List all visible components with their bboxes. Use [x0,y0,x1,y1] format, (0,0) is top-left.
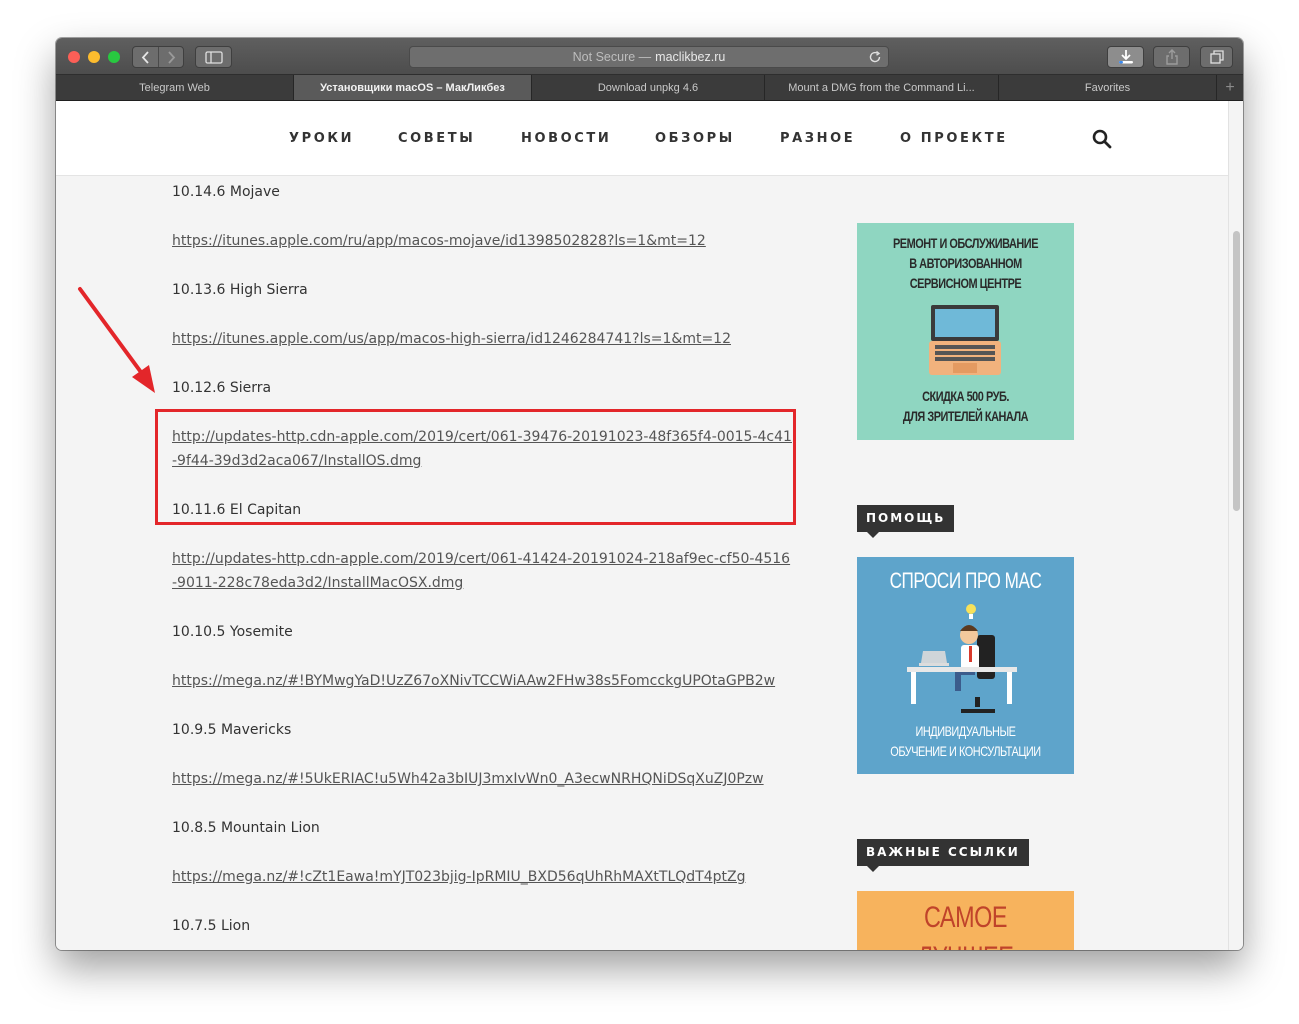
important-links-section-label: ВАЖНЫЕ ССЫЛКИ [857,839,1029,872]
address-bar[interactable]: Not Secure — maclikbez.ru [409,46,889,68]
highlight-box [155,409,796,525]
sidebar-toggle-button[interactable] [195,46,232,68]
tab-bar: Telegram Web Установщики macOS – МакЛикб… [56,75,1243,101]
banner-text: РЕМОНТ И ОБСЛУЖИВАНИЕ [892,235,1039,251]
help-section-label: ПОМОЩЬ [857,505,955,538]
downloads-button[interactable] [1107,46,1144,68]
version-label: 10.14.6 Mojave [172,184,280,200]
download-link[interactable]: https://mega.nz/#!BYMwgYaD!UzZ67oXNivTCC… [172,669,792,693]
version-label: 10.8.5 Mountain Lion [172,820,320,836]
reload-icon[interactable] [868,50,882,64]
browser-toolbar: Not Secure — maclikbez.ru [56,38,1243,75]
tab-download-unpkg[interactable]: Download unpkg 4.6 [532,75,765,100]
not-secure-label: Not Secure — [572,50,652,64]
tab-mount-dmg[interactable]: Mount a DMG from the Command Li... [765,75,999,100]
version-label: 10.7.5 Lion [172,918,251,934]
version-label: 10.12.6 Sierra [172,380,272,396]
nav-item-news[interactable]: НОВОСТИ [521,131,611,146]
download-link[interactable]: https://mega.nz/#!cZt1Eawa!mYJT023bjig-I… [172,865,792,889]
banner-text: СЕРВИСНОМ ЦЕНТРЕ [909,275,1022,291]
browser-window: Not Secure — maclikbez.ru Telegram Web У… [56,38,1243,950]
best-of-banner[interactable]: САМОЕ ЛУЧШЕЕ [857,891,1074,950]
banner-text: СКИДКА 500 РУБ. [922,388,1009,404]
banner-text: ДЛЯ ЗРИТЕЛЕЙ КАНАЛА [902,408,1029,424]
download-link[interactable]: http://updates-http.cdn-apple.com/2019/c… [172,547,792,595]
ask-about-mac-banner[interactable]: СПРОСИ ПРО MAC ИНДИВИДУАЛЬНЫЕ ОБУЧЕНИЕ И… [857,557,1074,774]
history-nav-group [132,46,184,68]
chevron-right-icon [167,50,175,64]
web-page: УРОКИ СОВЕТЫ НОВОСТИ ОБЗОРЫ РАЗНОЕ О ПРО… [56,101,1228,950]
banner-title: САМОЕ [924,901,1007,934]
download-icon [1118,50,1133,64]
nav-item-lessons[interactable]: УРОКИ [289,131,354,146]
chevron-left-icon [141,50,149,64]
minimize-window-button[interactable] [88,51,100,63]
new-tab-button[interactable]: + [1217,75,1243,100]
banner-title: ЛУЧШЕЕ [881,941,1050,950]
share-icon [1165,49,1178,65]
banner-text: ИНДИВИДУАЛЬНЫЕ [915,723,1016,739]
red-arrow-annotation [78,287,155,393]
forward-button[interactable] [158,47,183,67]
download-link[interactable]: https://itunes.apple.com/us/app/macos-hi… [172,327,792,351]
laptop-icon [929,305,1001,375]
site-navigation: УРОКИ СОВЕТЫ НОВОСТИ ОБЗОРЫ РАЗНОЕ О ПРО… [56,101,1228,176]
tabs-overview-icon [1209,50,1224,64]
zoom-window-button[interactable] [108,51,120,63]
banner-text: В АВТОРИЗОВАННОМ [909,255,1022,271]
page-scrollbar[interactable] [1228,101,1243,950]
share-button[interactable] [1153,46,1190,68]
show-tabs-button[interactable] [1200,46,1233,68]
repair-service-banner[interactable]: РЕМОНТ И ОБСЛУЖИВАНИЕ В АВТОРИЗОВАННОМ С… [857,223,1074,440]
version-label: 10.13.6 High Sierra [172,282,308,298]
person-at-desk-illustration [907,604,1017,713]
scrollbar-thumb[interactable] [1233,231,1240,511]
nav-item-about[interactable]: О ПРОЕКТЕ [900,131,1008,146]
download-link[interactable]: https://itunes.apple.com/ru/app/macos-mo… [172,229,792,253]
version-label: 10.10.5 Yosemite [172,624,293,640]
banner-title: СПРОСИ ПРО MAC [889,568,1042,593]
close-window-button[interactable] [68,51,80,63]
banner-text: ОБУЧЕНИЕ И КОНСУЛЬТАЦИИ [890,743,1041,759]
nav-item-tips[interactable]: СОВЕТЫ [398,131,475,146]
tab-favorites[interactable]: Favorites [999,75,1217,100]
search-icon[interactable] [1092,129,1112,149]
sidebar-icon [204,50,223,64]
address-host: maclikbez.ru [655,50,726,64]
nav-item-misc[interactable]: РАЗНОЕ [780,131,855,146]
tab-telegram-web[interactable]: Telegram Web [56,75,294,100]
download-link[interactable]: https://mega.nz/#!5UkERIAC!u5Wh42a3bIUJ3… [172,767,792,791]
back-button[interactable] [133,47,158,67]
nav-item-reviews[interactable]: ОБЗОРЫ [655,131,735,146]
tab-macos-installers[interactable]: Установщики macOS – МакЛикбез [294,75,532,100]
version-label: 10.9.5 Mavericks [172,722,292,738]
